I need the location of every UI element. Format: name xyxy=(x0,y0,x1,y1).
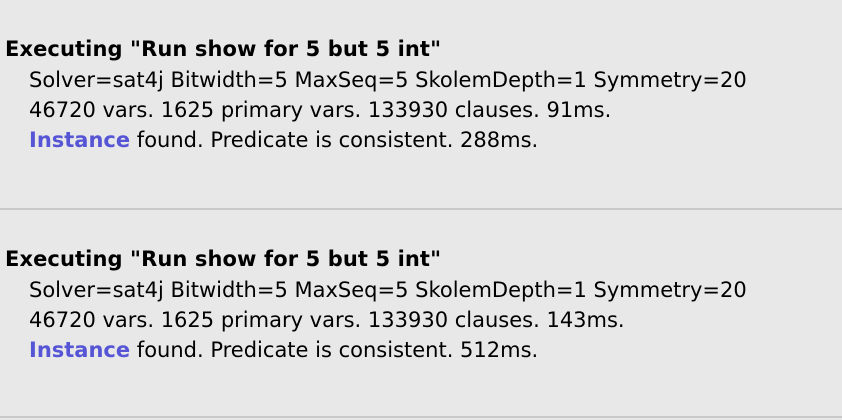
result-text: found. Predicate is consistent. 288ms. xyxy=(130,128,539,152)
execution-log-panel: Executing "Run show for 5 but 5 int" Sol… xyxy=(0,0,842,420)
result-text: found. Predicate is consistent. 512ms. xyxy=(130,338,539,362)
result-line: Instance found. Predicate is consistent.… xyxy=(29,335,538,365)
entry-separator xyxy=(0,208,842,210)
executing-command-heading: Executing "Run show for 5 but 5 int" xyxy=(5,247,442,271)
solver-settings-line: Solver=sat4j Bitwidth=5 MaxSeq=5 SkolemD… xyxy=(29,68,747,92)
instance-link[interactable]: Instance xyxy=(29,338,130,362)
entry-separator xyxy=(0,416,842,418)
solver-stats-line: 46720 vars. 1625 primary vars. 133930 cl… xyxy=(29,98,612,122)
result-line: Instance found. Predicate is consistent.… xyxy=(29,125,538,155)
executing-command-heading: Executing "Run show for 5 but 5 int" xyxy=(5,37,442,61)
instance-link[interactable]: Instance xyxy=(29,128,130,152)
solver-stats-line: 46720 vars. 1625 primary vars. 133930 cl… xyxy=(29,308,625,332)
solver-settings-line: Solver=sat4j Bitwidth=5 MaxSeq=5 SkolemD… xyxy=(29,278,747,302)
